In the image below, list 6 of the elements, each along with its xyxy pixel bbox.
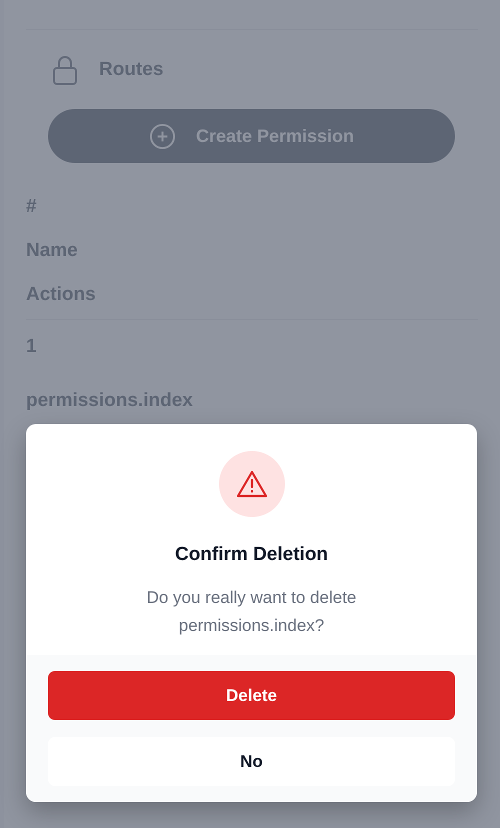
delete-button[interactable]: Delete (48, 671, 455, 720)
column-header: # (26, 195, 38, 219)
cancel-button[interactable]: No (48, 737, 455, 786)
dialog-message: Do you really want to delete permissions.index? (146, 587, 358, 637)
warning-icon (236, 470, 268, 498)
dialog-title: Confirm Deletion (174, 544, 328, 566)
